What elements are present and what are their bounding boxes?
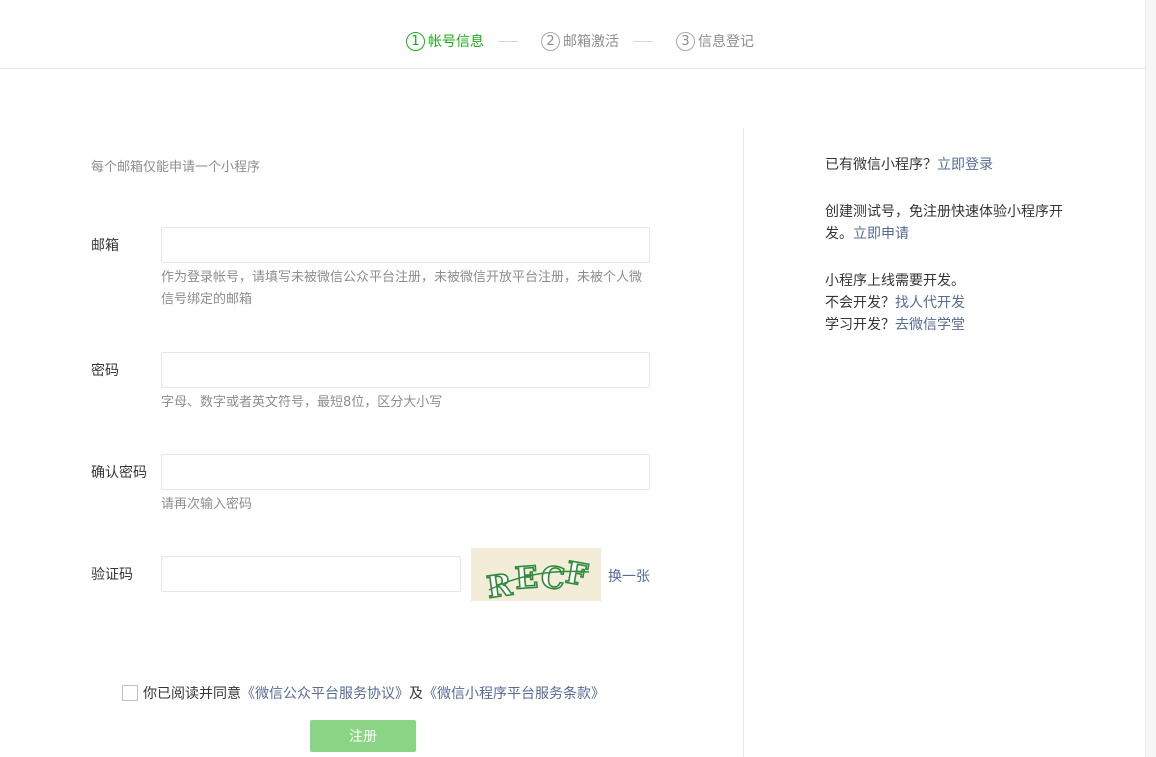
- email-tip: 作为登录帐号，请填写未被微信公众平台注册，未被微信开放平台注册，未被个人微信号绑…: [161, 270, 643, 307]
- captcha-field[interactable]: [161, 556, 461, 592]
- svg-text:C: C: [539, 560, 566, 597]
- dev-question-2: 学习开发？: [825, 317, 895, 333]
- login-link[interactable]: 立即登录: [937, 157, 993, 173]
- agreement-row: 你已阅读并同意 《微信公众平台服务协议》 及 《微信小程序平台服务条款》: [122, 683, 605, 703]
- login-question: 已有微信小程序？: [825, 157, 937, 173]
- step-label: 邮箱激活: [563, 34, 619, 50]
- password-tip: 字母、数字或者英文符号，最短8位，区分大小写: [161, 395, 443, 410]
- step-email-activation: 2 邮箱激活: [541, 31, 619, 51]
- apply-test-link[interactable]: 立即申请: [853, 226, 909, 242]
- service-agreement-link[interactable]: 《微信公众平台服务协议》: [241, 683, 409, 703]
- form-intro: 每个邮箱仅能申请一个小程序: [91, 160, 261, 175]
- step-number: 1: [406, 31, 425, 51]
- find-developer-link[interactable]: 找人代开发: [895, 295, 965, 311]
- side-dev-block: 小程序上线需要开发。 不会开发？找人代开发 学习开发？去微信学堂: [825, 270, 1075, 336]
- dev-text: 小程序上线需要开发。: [825, 273, 965, 289]
- step-label: 信息登记: [698, 34, 754, 50]
- confirm-password-tip: 请再次输入密码: [161, 497, 253, 512]
- agreement-checkbox[interactable]: [122, 685, 138, 701]
- dev-question-1: 不会开发？: [825, 295, 895, 311]
- confirm-password-field[interactable]: [161, 454, 650, 490]
- email-field[interactable]: [161, 227, 650, 263]
- confirm-password-label: 确认密码: [91, 465, 147, 481]
- email-label: 邮箱: [91, 238, 119, 254]
- miniprogram-terms-link[interactable]: 《微信小程序平台服务条款》: [423, 683, 605, 703]
- step-number: 2: [541, 31, 560, 51]
- step-separator: [498, 40, 518, 42]
- step-number: 3: [676, 31, 695, 51]
- agreement-and: 及: [409, 686, 423, 702]
- captcha-image[interactable]: R E C F: [471, 548, 601, 601]
- step-indicator: 1 帐号信息 2 邮箱激活 3 信息登记: [406, 31, 754, 51]
- vertical-divider: [743, 128, 744, 757]
- captcha-label: 验证码: [91, 567, 133, 583]
- side-login-block: 已有微信小程序？立即登录: [825, 154, 1075, 176]
- captcha-image-graphic: R E C F: [471, 548, 601, 601]
- register-button[interactable]: 注册: [310, 720, 416, 752]
- page-scrollbar[interactable]: [1145, 0, 1156, 757]
- step-account-info: 1 帐号信息: [406, 31, 484, 51]
- refresh-captcha-link[interactable]: 换一张: [608, 566, 650, 586]
- wechat-academy-link[interactable]: 去微信学堂: [895, 317, 965, 333]
- step-label: 帐号信息: [428, 34, 484, 50]
- step-separator: [633, 40, 653, 42]
- side-test-block: 创建测试号，免注册快速体验小程序开发。立即申请: [825, 201, 1075, 245]
- password-label: 密码: [91, 363, 119, 379]
- top-bar: 1 帐号信息 2 邮箱激活 3 信息登记: [0, 0, 1145, 69]
- password-field[interactable]: [161, 352, 650, 388]
- agreement-prefix: 你已阅读并同意: [143, 686, 241, 702]
- step-info-registration: 3 信息登记: [676, 31, 754, 51]
